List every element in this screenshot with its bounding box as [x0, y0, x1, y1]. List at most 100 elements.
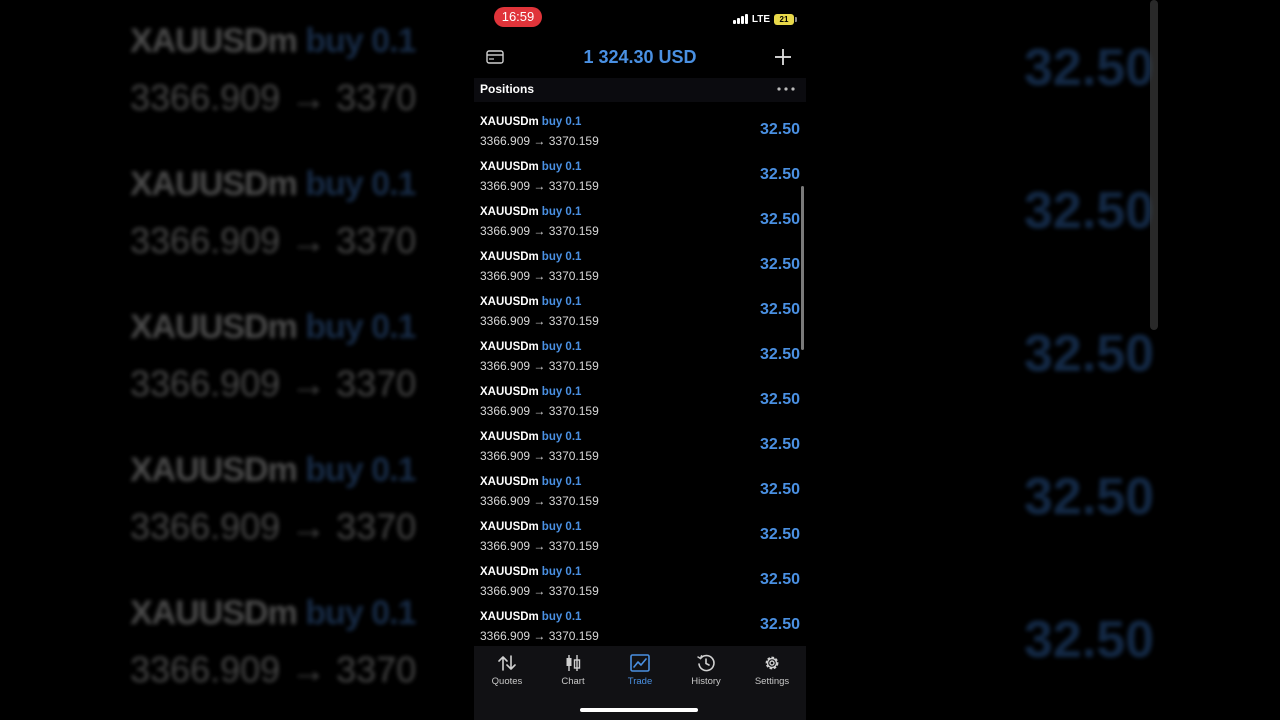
background-symbol: XAUUSDm [130, 594, 298, 632]
background-prices: 3366.909 → 3370 [130, 77, 417, 118]
position-symbol: XAUUSDm [480, 611, 539, 623]
background-type: buy 0.1 [305, 451, 416, 489]
position-symbol: XAUUSDm [480, 116, 539, 128]
background-type: buy 0.1 [305, 594, 416, 632]
position-row[interactable]: XAUUSDm buy 0.1 3366.909 → 3370.159 32.50 [474, 417, 806, 463]
position-type: buy 0.1 [541, 521, 582, 533]
position-prices: 3366.909 → 3370.159 [480, 224, 599, 238]
quotes-icon [498, 655, 516, 671]
position-row[interactable]: XAUUSDm buy 0.1 3366.909 → 3370.159 32.50 [474, 597, 806, 643]
tab-settings[interactable]: Settings [739, 654, 805, 696]
tab-chart[interactable]: Chart [540, 654, 606, 696]
positions-title: Positions [480, 82, 535, 96]
position-row[interactable]: XAUUSDm buy 0.1 3366.909 → 3370.159 32.50 [474, 462, 806, 508]
position-row[interactable]: XAUUSDm buy 0.1 3366.909 → 3370.159 32.50 [474, 282, 806, 328]
top-bar: 1 324.30 USD [474, 40, 806, 76]
positions-list: XAUUSDm buy 0.1 3366.909 → 3370.159 32.50… [474, 102, 806, 644]
screen: XAUUSDm buy 0.1 3366.909 → 3370 XAUUSDm … [0, 0, 1280, 720]
position-profit: 32.50 [759, 256, 800, 273]
position-prices: 3366.909 → 3370.159 [480, 449, 599, 463]
position-type: buy 0.1 [541, 296, 582, 308]
status-indicators: LTE 21 [732, 12, 797, 26]
background-profit: 32.50 [1024, 182, 1155, 240]
background-type: buy 0.1 [305, 22, 416, 60]
position-prices: 3366.909 → 3370.159 [480, 134, 599, 148]
position-type: buy 0.1 [541, 206, 582, 218]
tab-trade[interactable]: Trade [607, 654, 673, 696]
battery-icon: 21 [774, 13, 797, 25]
background-blur-left: XAUUSDm buy 0.1 3366.909 → 3370 XAUUSDm … [130, 0, 440, 720]
position-profit: 32.50 [759, 391, 800, 408]
position-prices: 3366.909 → 3370.159 [480, 539, 599, 553]
position-row[interactable]: XAUUSDm buy 0.1 3366.909 → 3370.159 32.50 [474, 327, 806, 373]
position-profit: 32.50 [759, 616, 800, 633]
position-row[interactable]: XAUUSDm buy 0.1 3366.909 → 3370.159 32.50 [474, 552, 806, 598]
position-row[interactable]: XAUUSDm buy 0.1 3366.909 → 3370.159 32.50 [474, 102, 806, 148]
tab-label: Chart [561, 676, 585, 687]
history-icon [697, 654, 715, 672]
tab-label: History [691, 676, 721, 687]
position-profit: 32.50 [759, 301, 800, 318]
position-prices: 3366.909 → 3370.159 [480, 494, 599, 508]
position-profit: 32.50 [759, 166, 800, 183]
position-profit: 32.50 [759, 211, 800, 228]
background-prices: 3366.909 → 3370 [130, 506, 417, 547]
position-type: buy 0.1 [541, 386, 582, 398]
position-symbol: XAUUSDm [480, 251, 539, 263]
settings-icon [765, 656, 779, 670]
position-type: buy 0.1 [541, 116, 582, 128]
background-prices: 3366.909 → 3370 [130, 649, 417, 690]
position-row[interactable]: XAUUSDm buy 0.1 3366.909 → 3370.159 32.50 [474, 147, 806, 193]
network-label: LTE [751, 13, 770, 25]
background-row: XAUUSDm buy 0.1 3366.909 → 3370 [130, 308, 440, 405]
background-profit: 32.50 [1024, 39, 1155, 97]
background-symbol: XAUUSDm [130, 165, 298, 203]
background-blur-right: 32.50 32.50 32.50 32.50 32.50 [1020, 0, 1160, 720]
list-scrollbar[interactable] [801, 186, 804, 350]
background-prices: 3366.909 → 3370 [130, 220, 417, 261]
background-type: buy 0.1 [305, 308, 416, 346]
position-symbol: XAUUSDm [480, 206, 539, 218]
position-profit: 32.50 [759, 481, 800, 498]
background-row: XAUUSDm buy 0.1 3366.909 → 3370 [130, 165, 440, 262]
status-bar: 16:59 LTE 21 [474, 0, 806, 40]
position-prices: 3366.909 → 3370.159 [480, 404, 599, 418]
position-type: buy 0.1 [541, 566, 582, 578]
position-row[interactable]: XAUUSDm buy 0.1 3366.909 → 3370.159 32.50 [474, 237, 806, 283]
more-icon[interactable] [776, 82, 796, 96]
background-row: XAUUSDm buy 0.1 3366.909 → 3370 [130, 22, 440, 119]
position-symbol: XAUUSDm [480, 476, 539, 488]
background-profit: 32.50 [1024, 611, 1155, 669]
background-prices: 3366.909 → 3370 [130, 363, 417, 404]
background-profit: 32.50 [1024, 468, 1155, 526]
position-row[interactable]: XAUUSDm buy 0.1 3366.909 → 3370.159 32.50 [474, 192, 806, 238]
status-time: 16:59 [494, 7, 542, 27]
chart-icon [566, 655, 581, 671]
position-row[interactable]: XAUUSDm buy 0.1 3366.909 → 3370.159 32.50 [474, 507, 806, 553]
account-balance[interactable]: 1 324.30 USD [474, 47, 806, 68]
position-symbol: XAUUSDm [480, 341, 539, 353]
plus-icon[interactable] [774, 48, 792, 66]
positions-header: Positions [474, 78, 806, 102]
position-row[interactable]: XAUUSDm buy 0.1 3366.909 → 3370.159 32.50 [474, 372, 806, 418]
position-prices: 3366.909 → 3370.159 [480, 269, 599, 283]
position-symbol: XAUUSDm [480, 521, 539, 533]
tab-label: Quotes [491, 676, 523, 687]
background-symbol: XAUUSDm [130, 451, 298, 489]
position-profit: 32.50 [759, 526, 800, 543]
position-profit: 32.50 [759, 571, 800, 588]
tab-quotes[interactable]: Quotes [474, 654, 540, 696]
position-type: buy 0.1 [541, 476, 582, 488]
signal-icon [732, 14, 748, 24]
background-symbol: XAUUSDm [130, 308, 298, 346]
position-type: buy 0.1 [541, 161, 582, 173]
home-indicator[interactable] [580, 708, 698, 712]
position-prices: 3366.909 → 3370.159 [480, 314, 599, 328]
tab-history[interactable]: History [673, 654, 739, 696]
position-prices: 3366.909 → 3370.159 [480, 584, 599, 598]
position-profit: 32.50 [759, 436, 800, 453]
position-prices: 3366.909 → 3370.159 [480, 179, 599, 193]
position-prices: 3366.909 → 3370.159 [480, 629, 599, 643]
position-profit: 32.50 [759, 346, 800, 363]
background-scrollbar [1150, 0, 1158, 330]
